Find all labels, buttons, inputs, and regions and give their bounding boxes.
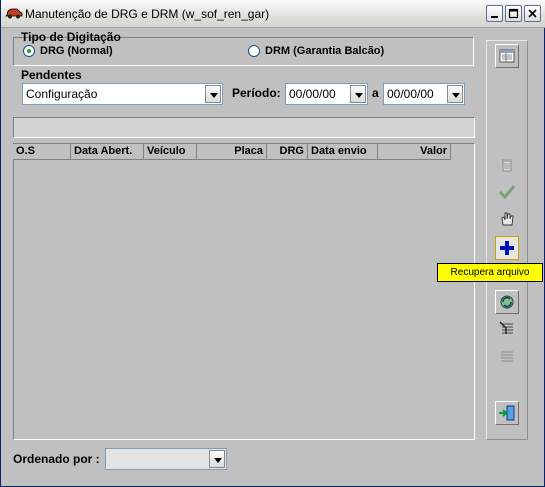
col-drg[interactable]: DRG bbox=[267, 144, 308, 160]
results-grid[interactable] bbox=[13, 143, 475, 440]
periodo-from-field[interactable]: 00/00/00 bbox=[285, 83, 368, 105]
report-icon bbox=[499, 49, 515, 63]
hand-button[interactable] bbox=[495, 207, 519, 231]
col-valor[interactable]: Valor bbox=[378, 144, 451, 160]
radio-drm[interactable]: DRM (Garantia Balcão) bbox=[248, 45, 384, 57]
chevron-down-icon[interactable] bbox=[447, 85, 463, 103]
hand-icon bbox=[501, 212, 514, 226]
minimize-icon bbox=[491, 16, 498, 18]
add-button[interactable] bbox=[495, 236, 519, 260]
col-data-envio[interactable]: Data envio bbox=[308, 144, 378, 160]
col-placa[interactable]: Placa bbox=[197, 144, 267, 160]
periodo-to-value: 00/00/00 bbox=[387, 87, 434, 101]
col-data-abert[interactable]: Data Abert. bbox=[71, 144, 144, 160]
radio-drg-control[interactable] bbox=[23, 45, 35, 57]
pendentes-label: Pendentes bbox=[21, 68, 82, 82]
periodo-to-field[interactable]: 00/00/00 bbox=[383, 83, 465, 105]
main-window: Manutenção de DRG e DRM (w_sof_ren_gar) … bbox=[0, 0, 545, 487]
periodo-separator: a bbox=[372, 86, 379, 100]
radio-drg[interactable]: DRG (Normal) bbox=[23, 45, 113, 57]
confirm-icon bbox=[498, 185, 516, 200]
info-bar bbox=[13, 117, 475, 138]
col-veiculo[interactable]: Veículo bbox=[144, 144, 197, 160]
close-button[interactable] bbox=[524, 5, 541, 22]
list-icon bbox=[501, 351, 513, 362]
col-os[interactable]: O.S bbox=[13, 144, 71, 160]
title-bar[interactable]: Manutenção de DRG e DRM (w_sof_ren_gar) bbox=[1, 0, 545, 28]
delete-icon bbox=[502, 159, 512, 172]
report-button[interactable] bbox=[495, 44, 519, 68]
refresh-button[interactable] bbox=[495, 290, 519, 314]
periodo-from-value: 00/00/00 bbox=[289, 87, 336, 101]
ordenado-label: Ordenado por : bbox=[13, 452, 100, 466]
filter-icon bbox=[499, 321, 513, 334]
refresh-icon bbox=[500, 295, 514, 309]
close-icon bbox=[528, 9, 537, 18]
pendentes-dropdown[interactable]: Configuração bbox=[22, 83, 223, 105]
ordenado-dropdown[interactable] bbox=[105, 448, 227, 470]
maximize-button[interactable] bbox=[505, 5, 522, 22]
periodo-label: Período: bbox=[232, 86, 281, 100]
filter-button[interactable] bbox=[495, 317, 519, 341]
chevron-down-icon[interactable] bbox=[205, 85, 221, 103]
window-title: Manutenção de DRG e DRM (w_sof_ren_gar) bbox=[25, 7, 270, 21]
chevron-down-icon[interactable] bbox=[350, 85, 366, 103]
pendentes-value: Configuração bbox=[26, 87, 98, 101]
minimize-button[interactable] bbox=[486, 5, 503, 22]
tooltip: Recupera arquivo bbox=[437, 263, 543, 282]
radio-drg-label: DRG (Normal) bbox=[40, 45, 113, 57]
car-icon bbox=[5, 8, 23, 19]
grid-header: O.S Data Abert. Veículo Placa DRG Data e… bbox=[13, 144, 451, 160]
radio-drm-control[interactable] bbox=[248, 45, 260, 57]
confirm-button[interactable] bbox=[495, 180, 519, 204]
maximize-icon bbox=[508, 8, 519, 19]
chevron-down-icon[interactable] bbox=[209, 450, 225, 468]
list-button[interactable] bbox=[495, 345, 519, 369]
add-icon bbox=[500, 241, 514, 255]
radio-drm-label: DRM (Garantia Balcão) bbox=[265, 45, 385, 57]
delete-button[interactable] bbox=[495, 153, 519, 177]
exit-button[interactable] bbox=[495, 401, 519, 425]
tipo-label: Tipo de Digitação bbox=[21, 30, 121, 44]
exit-icon bbox=[499, 405, 515, 421]
